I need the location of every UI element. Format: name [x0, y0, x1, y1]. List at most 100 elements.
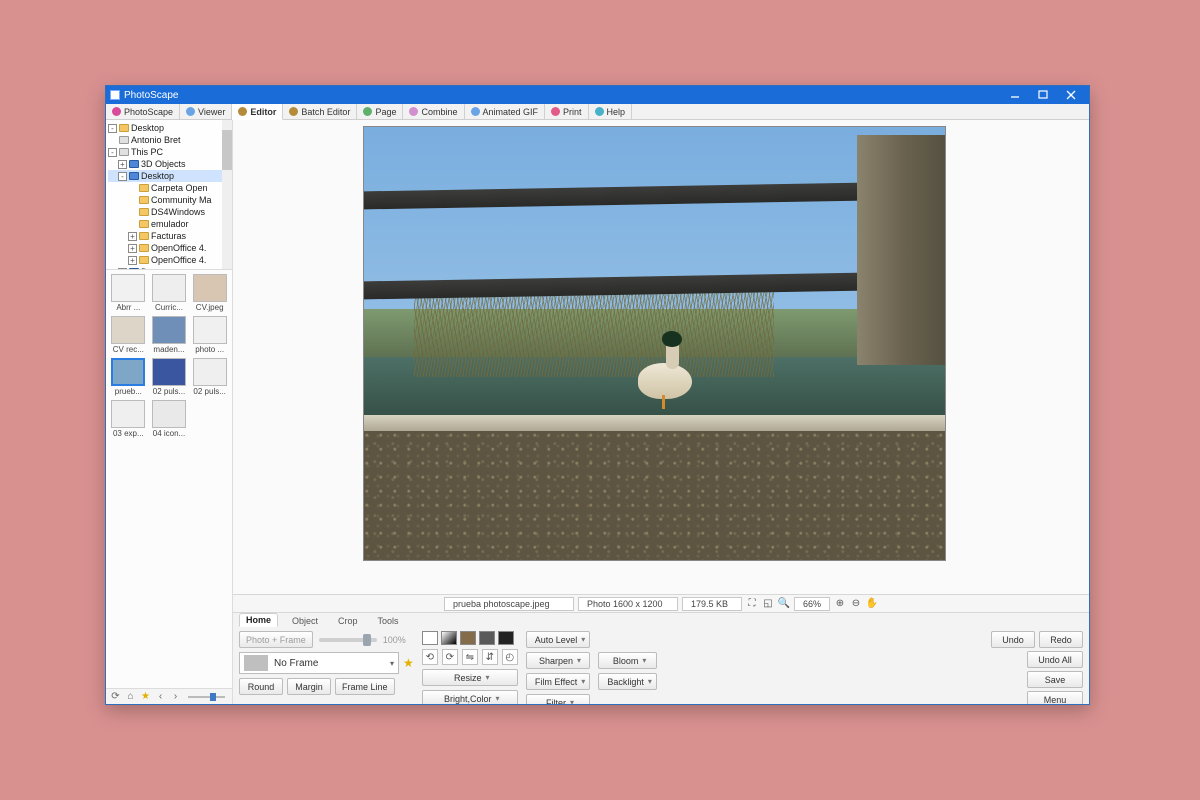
tree-node[interactable]: Community Ma	[108, 194, 230, 206]
margin-button[interactable]: Margin	[287, 678, 331, 695]
tab-viewer[interactable]: Viewer	[180, 104, 232, 119]
frame-selector[interactable]: No Frame ▾	[239, 652, 399, 674]
tree-node[interactable]: DS4Windows	[108, 206, 230, 218]
adjust-column-1: Auto Level▾ Sharpen▾ Film Effect▾ Filter…	[526, 631, 591, 704]
rotate-angle-icon[interactable]: ◴	[502, 649, 518, 665]
status-zoom[interactable]: 66%	[794, 597, 830, 611]
tab-print[interactable]: Print	[545, 104, 589, 119]
expand-toggle[interactable]: -	[108, 124, 117, 133]
subtab-home[interactable]: Home	[239, 613, 278, 627]
bright-color-button[interactable]: Bright,Color▾	[422, 690, 518, 704]
canvas[interactable]	[233, 120, 1089, 594]
thumbnail[interactable]: Abrr ...	[110, 274, 147, 312]
thumbnail[interactable]: 02 puls...	[151, 358, 188, 396]
scrollbar-thumb[interactable]	[222, 130, 232, 170]
tab-combine[interactable]: Combine	[403, 104, 464, 119]
thumbnail-caption: 03 exp...	[113, 429, 144, 438]
tree-node-label: OpenOffice 4.	[151, 242, 206, 254]
close-button[interactable]	[1057, 87, 1085, 103]
tree-node[interactable]: -Desktop	[108, 170, 230, 182]
tab-page[interactable]: Page	[357, 104, 403, 119]
expand-toggle[interactable]: +	[118, 160, 127, 169]
arrow-left-icon[interactable]: ‹	[155, 691, 166, 702]
filter-button[interactable]: Filter▾	[526, 694, 591, 704]
tree-node[interactable]: + OpenOffice 4.	[108, 242, 230, 254]
status-filesize: 179.5 KB	[682, 597, 742, 611]
expand-toggle[interactable]: +	[128, 232, 137, 241]
hand-icon[interactable]: ✋	[865, 597, 879, 611]
film-effect-button[interactable]: Film Effect▾	[526, 673, 591, 690]
tree-node[interactable]: Antonio Bret	[108, 134, 230, 146]
home-icon[interactable]: ⌂	[125, 691, 136, 702]
thumbnail[interactable]: 04 icon...	[151, 400, 188, 438]
tree-node[interactable]: +3D Objects	[108, 158, 230, 170]
subtab-crop[interactable]: Crop	[332, 615, 364, 627]
zoom-plus-icon[interactable]: ⊕	[833, 597, 847, 611]
expand-toggle[interactable]: +	[128, 244, 137, 253]
refresh-icon[interactable]: ⟳	[110, 691, 121, 702]
folder-icon	[139, 256, 149, 264]
flip-v-icon[interactable]: ⇵	[482, 649, 498, 665]
expand-toggle[interactable]: +	[128, 256, 137, 265]
rotate-cw-icon[interactable]: ⟳	[442, 649, 458, 665]
star-icon[interactable]: ★	[140, 691, 151, 702]
auto-level-button[interactable]: Auto Level▾	[526, 631, 591, 648]
round-button[interactable]: Round	[239, 678, 283, 695]
thumbnail[interactable]: CV rec...	[110, 316, 147, 354]
redo-button[interactable]: Redo	[1039, 631, 1083, 648]
thumbnail[interactable]: photo ...	[191, 316, 228, 354]
thumbnail[interactable]: CV.jpeg	[191, 274, 228, 312]
expand-toggle[interactable]: -	[108, 148, 117, 157]
frame-opacity-slider[interactable]	[319, 638, 377, 642]
sharpen-button[interactable]: Sharpen▾	[526, 652, 591, 669]
zoom-minus-icon[interactable]: ⊖	[849, 597, 863, 611]
tree-node[interactable]: - This PC	[108, 146, 230, 158]
tab-icon	[409, 107, 418, 116]
color-swatches[interactable]	[422, 631, 518, 645]
save-button[interactable]: Save	[1027, 671, 1083, 688]
tree-node[interactable]: emulador	[108, 218, 230, 230]
resize-button[interactable]: Resize▾	[422, 669, 518, 686]
tree-node[interactable]: +OpenOffice 4.	[108, 254, 230, 266]
backlight-button[interactable]: Backlight▾	[598, 673, 657, 690]
subtab-tools[interactable]: Tools	[372, 615, 405, 627]
bloom-button[interactable]: Bloom▾	[598, 652, 657, 669]
tab-help[interactable]: Help	[589, 104, 633, 119]
expand-toggle[interactable]: -	[118, 172, 127, 181]
thumb-size-slider[interactable]	[188, 696, 225, 698]
thumbnail-image	[152, 358, 186, 386]
tree-node[interactable]: -Desktop	[108, 122, 230, 134]
menu-button[interactable]: Menu	[1027, 691, 1083, 704]
photo-frame-button[interactable]: Photo + Frame	[239, 631, 313, 648]
title-bar[interactable]: PhotoScape	[106, 86, 1089, 104]
thumbnail[interactable]: 02 puls...	[191, 358, 228, 396]
tree-node[interactable]: Carpeta Open	[108, 182, 230, 194]
thumbnail[interactable]: 03 exp...	[110, 400, 147, 438]
thumbnail[interactable]: maden...	[151, 316, 188, 354]
tab-photoscape[interactable]: PhotoScape	[106, 104, 180, 119]
frameline-button[interactable]: Frame Line	[335, 678, 395, 695]
flip-h-icon[interactable]: ⇋	[462, 649, 478, 665]
zoom-in-icon[interactable]: 🔍	[777, 597, 791, 611]
tree-node[interactable]: +Facturas	[108, 230, 230, 242]
favorite-frame-icon[interactable]: ★	[403, 656, 414, 670]
tab-editor[interactable]: Editor	[232, 104, 283, 120]
arrow-right-icon[interactable]: ›	[170, 691, 181, 702]
thumbnail-grid[interactable]: Abrr ... Curric... CV.jpeg CV rec...maden..…	[106, 270, 232, 688]
thumbnail[interactable]: prueb...	[110, 358, 147, 396]
undo-button[interactable]: Undo	[991, 631, 1035, 648]
undo-all-button[interactable]: Undo All	[1027, 651, 1083, 668]
folder-tree[interactable]: -DesktopAntonio Bret-This PC+3D Objects-…	[106, 120, 232, 270]
tab-batch-editor[interactable]: Batch Editor	[283, 104, 357, 119]
thumbnail[interactable]: Curric...	[151, 274, 188, 312]
tree-node-label: This PC	[131, 146, 163, 158]
maximize-button[interactable]	[1029, 87, 1057, 103]
tab-animated-gif[interactable]: Animated GIF	[465, 104, 546, 119]
fit-screen-icon[interactable]: ⛶	[745, 597, 759, 611]
thumbnail-caption: Curric...	[155, 303, 183, 312]
subtab-object[interactable]: Object	[286, 615, 324, 627]
photo-preview[interactable]	[363, 126, 946, 561]
actual-size-icon[interactable]: ◱	[761, 597, 775, 611]
minimize-button[interactable]	[1001, 87, 1029, 103]
rotate-ccw-icon[interactable]: ⟲	[422, 649, 438, 665]
